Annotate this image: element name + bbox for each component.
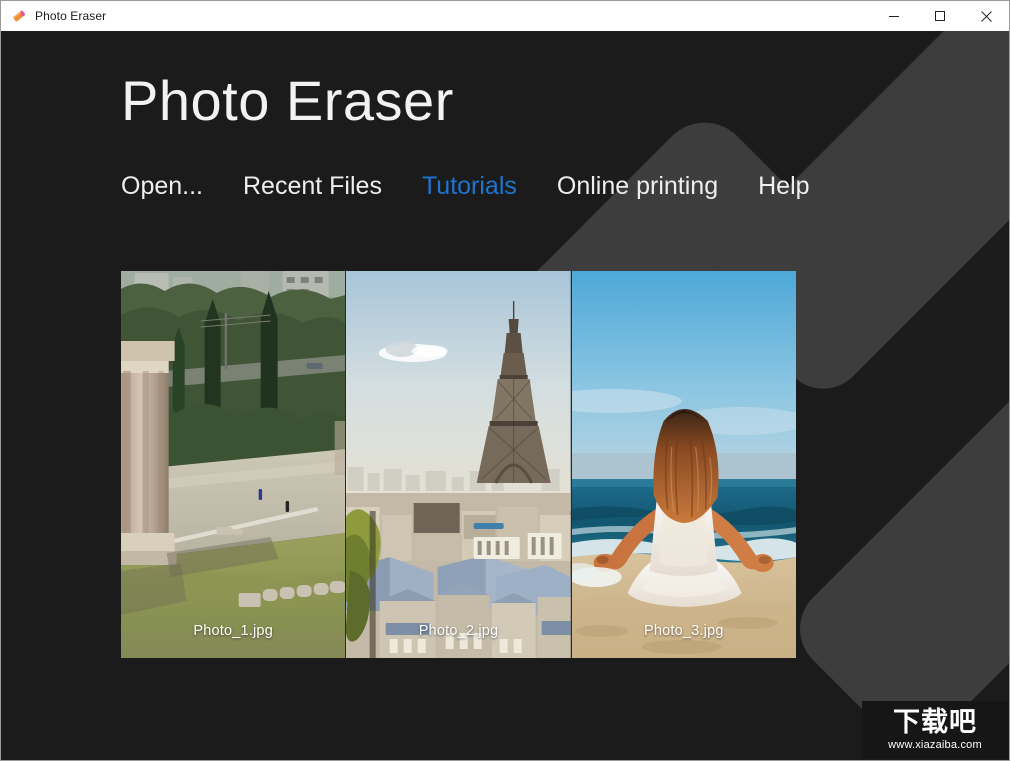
nav-item-recent-files[interactable]: Recent Files <box>243 171 382 201</box>
nav-item-open[interactable]: Open... <box>121 171 203 201</box>
photo-greek-ruins <box>121 271 346 658</box>
photo-beach-meditation <box>571 271 796 658</box>
recent-photos-strip: Photo_1.jpg Photo_2.jpg Photo_3.jpg <box>121 271 796 658</box>
window-title: Photo Eraser <box>35 9 107 23</box>
watermark-text: 下载吧 <box>893 707 977 738</box>
thumbnail-label: Photo_3.jpg <box>644 623 724 639</box>
nav-item-help[interactable]: Help <box>758 171 809 201</box>
nav-item-online-printing[interactable]: Online printing <box>557 171 718 201</box>
nav-item-tutorials[interactable]: Tutorials <box>422 171 517 201</box>
minimize-button[interactable] <box>871 1 917 31</box>
close-button[interactable] <box>963 1 1009 31</box>
main-content: Photo Eraser Open... Recent Files Tutori… <box>1 31 1009 760</box>
eraser-icon <box>10 7 28 25</box>
title-bar: Photo Eraser <box>1 1 1009 31</box>
window-controls <box>871 1 1009 31</box>
page-title: Photo Eraser <box>121 69 454 132</box>
title-bar-left: Photo Eraser <box>1 1 871 31</box>
site-watermark: 下载吧 www.xiazaiba.com <box>862 701 1008 759</box>
app-window: Photo Eraser Photo Eraser Open... Recent… <box>0 0 1010 761</box>
thumbnail-item[interactable]: Photo_2.jpg <box>345 271 571 658</box>
maximize-button[interactable] <box>917 1 963 31</box>
thumbnail-label: Photo_1.jpg <box>193 623 273 639</box>
thumbnail-item[interactable]: Photo_1.jpg <box>121 271 346 658</box>
thumbnail-item[interactable]: Photo_3.jpg <box>570 271 796 658</box>
main-nav: Open... Recent Files Tutorials Online pr… <box>121 171 810 201</box>
watermark-url: www.xiazaiba.com <box>888 739 982 751</box>
thumbnail-label: Photo_2.jpg <box>418 623 499 639</box>
photo-paris-eiffel <box>346 271 571 658</box>
